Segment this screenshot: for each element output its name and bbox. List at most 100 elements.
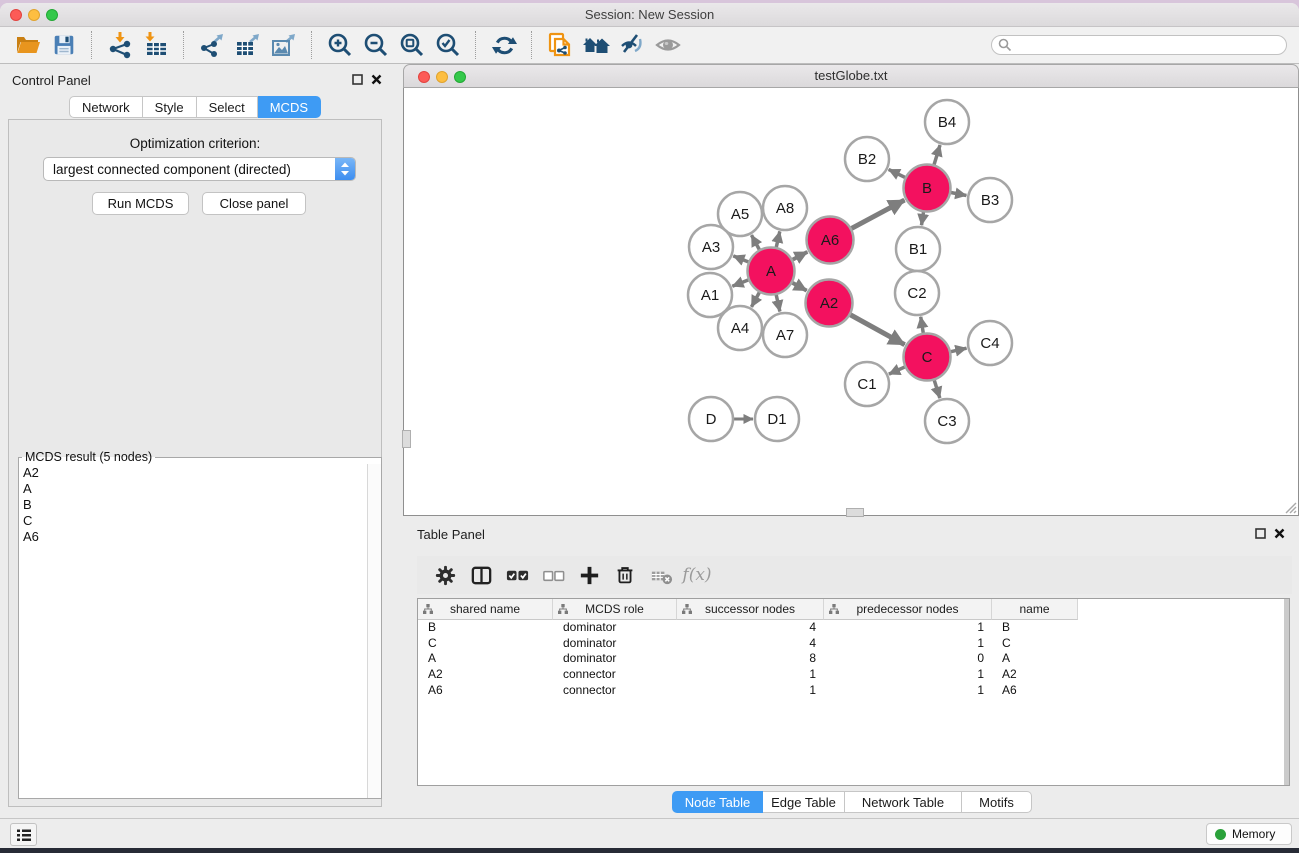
table-cell[interactable]: A6: [418, 683, 553, 699]
table-cell[interactable]: 0: [824, 651, 992, 667]
graph-node-C3[interactable]: C3: [925, 399, 969, 443]
zoom-selected-button[interactable]: [433, 30, 463, 60]
network-canvas[interactable]: B4B2BB3A5A8A6B1A3AC2A1A2A4A7C4CC1C3DD1: [403, 88, 1299, 516]
table-scrollbar[interactable]: [1284, 599, 1289, 785]
column-header[interactable]: successor nodes: [677, 599, 824, 620]
hide-graphics-details-button[interactable]: [617, 30, 647, 60]
graph-node-C[interactable]: C: [904, 334, 951, 381]
table-cell[interactable]: dominator: [553, 636, 677, 652]
float-panel-icon[interactable]: [1255, 528, 1266, 539]
close-panel-icon[interactable]: [1274, 528, 1285, 539]
table-settings-button[interactable]: [430, 561, 460, 589]
graph-edge-A2-C[interactable]: [848, 313, 905, 344]
run-mcds-button[interactable]: Run MCDS: [92, 192, 189, 215]
optimization-criterion-select[interactable]: largest connected component (directed): [43, 157, 356, 181]
table-cell[interactable]: A: [992, 651, 1078, 667]
bottom-splitter-handle[interactable]: [846, 508, 864, 517]
table-row[interactable]: Cdominator41C: [418, 636, 1289, 652]
float-panel-icon[interactable]: [352, 74, 363, 85]
graph-node-C4[interactable]: C4: [968, 321, 1012, 365]
mcds-result-item[interactable]: A2: [23, 465, 367, 481]
table-cell[interactable]: 1: [824, 667, 992, 683]
save-session-button[interactable]: [49, 30, 79, 60]
zoom-window-button[interactable]: [46, 9, 58, 21]
table-cell[interactable]: 1: [677, 683, 824, 699]
search-input[interactable]: [991, 35, 1287, 55]
graph-node-C1[interactable]: C1: [845, 362, 889, 406]
graph-node-B3[interactable]: B3: [968, 178, 1012, 222]
table-cell[interactable]: A6: [992, 683, 1078, 699]
zoom-out-button[interactable]: [361, 30, 391, 60]
import-network-button[interactable]: [105, 30, 135, 60]
network-window-titlebar[interactable]: testGlobe.txt: [403, 64, 1299, 88]
unselect-all-button[interactable]: [538, 561, 568, 589]
delete-columns-button[interactable]: [610, 561, 640, 589]
table-cell[interactable]: 8: [677, 651, 824, 667]
graph-node-C2[interactable]: C2: [895, 271, 939, 315]
graph-edge-A6-B[interactable]: [849, 200, 905, 230]
mcds-result-item[interactable]: A: [23, 481, 367, 497]
minimize-window-button[interactable]: [28, 9, 40, 21]
graph-node-D1[interactable]: D1: [755, 397, 799, 441]
tab-node-table[interactable]: Node Table: [672, 791, 763, 813]
table-row[interactable]: Bdominator41B: [418, 620, 1289, 636]
network-minimize-button[interactable]: [436, 71, 448, 83]
titlebar[interactable]: Session: New Session: [0, 3, 1299, 27]
show-graphics-details-button[interactable]: [653, 30, 683, 60]
zoom-in-button[interactable]: [325, 30, 355, 60]
graph-node-A7[interactable]: A7: [763, 313, 807, 357]
graph-edge-B-B4[interactable]: [933, 145, 940, 167]
table-cell[interactable]: A: [418, 651, 553, 667]
table-cell[interactable]: 1: [677, 667, 824, 683]
close-panel-icon[interactable]: [371, 74, 382, 85]
export-image-button[interactable]: [269, 30, 299, 60]
table-cell[interactable]: B: [992, 620, 1078, 636]
graph-node-B4[interactable]: B4: [925, 100, 969, 144]
table-cell[interactable]: 1: [824, 683, 992, 699]
column-header[interactable]: name: [992, 599, 1078, 620]
table-cell[interactable]: 1: [824, 620, 992, 636]
column-header[interactable]: shared name: [418, 599, 553, 620]
table-cell[interactable]: connector: [553, 667, 677, 683]
table-cell[interactable]: connector: [553, 683, 677, 699]
graph-node-D[interactable]: D: [689, 397, 733, 441]
column-view-button[interactable]: [466, 561, 496, 589]
table-row[interactable]: A2connector11A2: [418, 667, 1289, 683]
column-header[interactable]: predecessor nodes: [824, 599, 992, 620]
mcds-result-item[interactable]: A6: [23, 529, 367, 545]
zoom-fit-button[interactable]: [397, 30, 427, 60]
close-panel-button[interactable]: Close panel: [202, 192, 306, 215]
graph-node-B[interactable]: B: [904, 165, 951, 212]
graph-node-A6[interactable]: A6: [807, 217, 854, 264]
table-cell[interactable]: 4: [677, 620, 824, 636]
table-cell[interactable]: dominator: [553, 651, 677, 667]
tab-network[interactable]: Network: [69, 96, 143, 118]
table-cell[interactable]: 1: [824, 636, 992, 652]
open-session-button[interactable]: [13, 30, 43, 60]
export-table-button[interactable]: [233, 30, 263, 60]
table-cell[interactable]: A2: [992, 667, 1078, 683]
function-builder-button[interactable]: f(x): [682, 561, 712, 589]
select-all-button[interactable]: [502, 561, 532, 589]
mcds-list-scrollbar[interactable]: [367, 464, 381, 798]
table-cell[interactable]: dominator: [553, 620, 677, 636]
table-cell[interactable]: C: [992, 636, 1078, 652]
table-cell[interactable]: B: [418, 620, 553, 636]
left-splitter-handle[interactable]: [402, 430, 411, 448]
graph-node-A4[interactable]: A4: [718, 306, 762, 350]
mcds-result-item[interactable]: B: [23, 497, 367, 513]
network-close-button[interactable]: [418, 71, 430, 83]
table-cell[interactable]: C: [418, 636, 553, 652]
table-row[interactable]: A6connector11A6: [418, 683, 1289, 699]
table-row[interactable]: Adominator80A: [418, 651, 1289, 667]
graph-node-A8[interactable]: A8: [763, 186, 807, 230]
refresh-button[interactable]: [489, 30, 519, 60]
network-zoom-button[interactable]: [454, 71, 466, 83]
column-header[interactable]: MCDS role: [553, 599, 677, 620]
graph-node-A[interactable]: A: [748, 248, 795, 295]
tab-network-table[interactable]: Network Table: [845, 791, 962, 813]
graph-node-A3[interactable]: A3: [689, 225, 733, 269]
close-window-button[interactable]: [10, 9, 22, 21]
graph-node-B2[interactable]: B2: [845, 137, 889, 181]
graph-node-B1[interactable]: B1: [896, 227, 940, 271]
